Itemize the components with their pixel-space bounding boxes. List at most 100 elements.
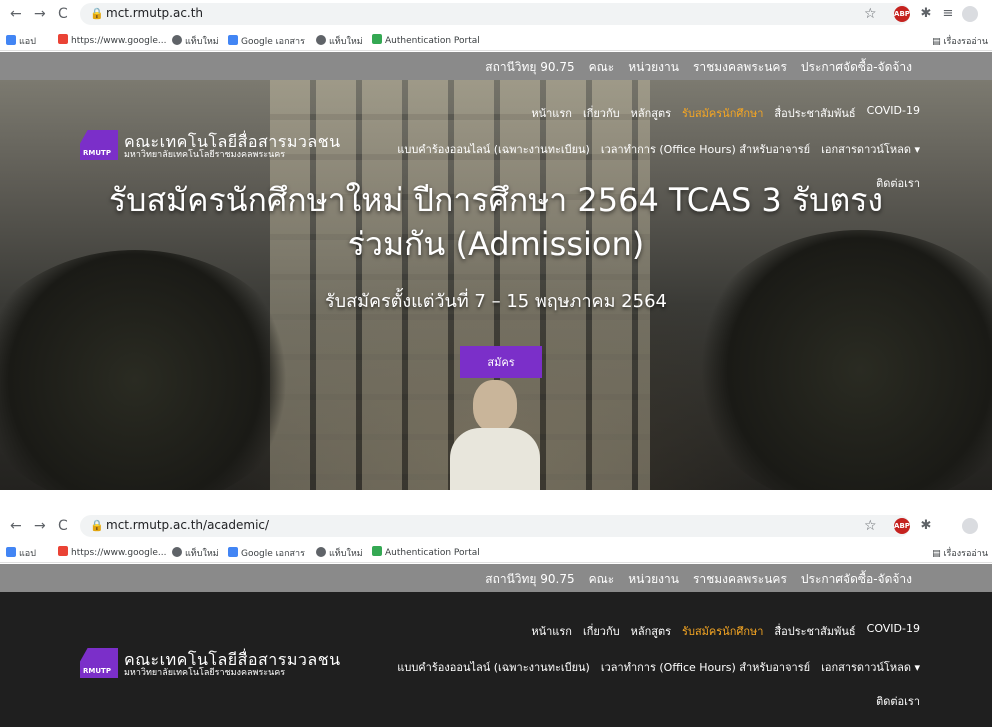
- bookmark-apps[interactable]: แอป: [6, 34, 36, 48]
- screenshot-separator: [0, 490, 992, 512]
- bookmark-apps[interactable]: แอป: [6, 546, 36, 560]
- hero-subtitle: รับสมัครตั้งแต่วันที่ 7 – 15 พฤษภาคม 256…: [325, 291, 667, 312]
- site-header-dark: RMUTP คณะเทคโนโลยีสื่อสารมวลชน มหาวิทยาล…: [0, 592, 992, 727]
- nav-curriculum[interactable]: หลักสูตร: [631, 104, 671, 122]
- nav-admission[interactable]: รับสมัครนักศึกษา: [682, 104, 763, 122]
- nav-about[interactable]: เกี่ยวกับ: [583, 622, 620, 640]
- screenshot-home: ← → C 🔒 mct.rmutp.ac.th ☆ ABP ✱ ≡ แอป ht…: [0, 0, 992, 490]
- topbar-rmutp[interactable]: ราชมงคลพระนคร: [693, 570, 787, 589]
- topbar-radio[interactable]: สถานีวิทยุ 90.75: [485, 58, 574, 77]
- bookmark-google-docs[interactable]: Google เอกสาร: [228, 34, 305, 48]
- topbar-rmutp[interactable]: ราชมงคลพระนคร: [693, 58, 787, 77]
- nav-online-form[interactable]: แบบคำร้องออนไลน์ (เฉพาะงานทะเบียน): [397, 658, 590, 676]
- bookmark-google-docs[interactable]: Google เอกสาร: [228, 546, 305, 560]
- extensions-icon[interactable]: ✱: [918, 6, 934, 22]
- bookmarks-bar: แอป https://www.google... แท็บใหม่ Googl…: [0, 542, 992, 563]
- topbar-faculty[interactable]: คณะ: [589, 570, 615, 589]
- apps-grid-icon: [6, 547, 16, 557]
- topbar-radio[interactable]: สถานีวิทยุ 90.75: [485, 570, 574, 589]
- browser-toolbar: ← → C 🔒 mct.rmutp.ac.th ☆ ABP ✱ ≡: [0, 0, 992, 31]
- rmutp-logo-mark: RMUTP: [80, 130, 118, 160]
- docs-icon: [228, 35, 238, 45]
- site-topbar: สถานีวิทยุ 90.75 คณะ หน่วยงาน ราชมงคลพระ…: [0, 564, 992, 592]
- globe-icon: [316, 547, 326, 557]
- main-nav: หน้าแรก เกี่ยวกับ หลักสูตร รับสมัครนักศึ…: [360, 104, 920, 190]
- apply-button[interactable]: สมัคร: [460, 346, 542, 378]
- bookmark-auth-portal[interactable]: Authentication Portal: [372, 546, 480, 558]
- adblock-icon[interactable]: ABP: [894, 6, 910, 22]
- bookmark-google[interactable]: https://www.google...: [58, 34, 166, 46]
- reload-icon[interactable]: C: [58, 518, 68, 534]
- hero-title-line2: ร่วมกัน (Admission): [347, 225, 645, 263]
- adblock-icon[interactable]: ABP: [894, 518, 910, 534]
- topbar-faculty[interactable]: คณะ: [589, 58, 615, 77]
- nav-pr-media[interactable]: สื่อประชาสัมพันธ์: [774, 622, 855, 640]
- logo-university-name: มหาวิทยาลัยเทคโนโลยีราชมงคลพระนคร: [124, 150, 286, 160]
- reading-list[interactable]: ▤ เรื่องรออ่าน: [932, 546, 988, 560]
- nav-home[interactable]: หน้าแรก: [531, 104, 572, 122]
- topbar-procurement[interactable]: ประกาศจัดซื้อ-จัดจ้าง: [801, 58, 912, 77]
- bookmark-newtab-1[interactable]: แท็บใหม่: [172, 34, 219, 48]
- globe-icon: [316, 35, 326, 45]
- nav-downloads[interactable]: เอกสารดาวน์โหลด ▾: [821, 658, 920, 676]
- reload-icon[interactable]: C: [58, 6, 68, 22]
- url-text[interactable]: mct.rmutp.ac.th: [106, 6, 203, 20]
- address-bar[interactable]: 🔒 mct.rmutp.ac.th/academic/: [80, 515, 910, 537]
- site-logo[interactable]: RMUTP คณะเทคโนโลยีสื่อสารมวลชน มหาวิทยาล…: [80, 648, 360, 680]
- nav-downloads[interactable]: เอกสารดาวน์โหลด ▾: [821, 140, 920, 158]
- globe-icon: [172, 35, 182, 45]
- nav-about[interactable]: เกี่ยวกับ: [583, 104, 620, 122]
- nav-pr-media[interactable]: สื่อประชาสัมพันธ์: [774, 104, 855, 122]
- google-icon: [58, 34, 68, 44]
- url-text[interactable]: mct.rmutp.ac.th/academic/: [106, 518, 269, 532]
- screenshot-academic: ← → C 🔒 mct.rmutp.ac.th/academic/ ☆ ABP …: [0, 512, 992, 727]
- bookmark-newtab-1[interactable]: แท็บใหม่: [172, 546, 219, 560]
- site-topbar: สถานีวิทยุ 90.75 คณะ หน่วยงาน ราชมงคลพระ…: [0, 52, 992, 80]
- hero-banner: RMUTP คณะเทคโนโลยีสื่อสารมวลชน มหาวิทยาล…: [0, 80, 992, 490]
- site-logo[interactable]: RMUTP คณะเทคโนโลยีสื่อสารมวลชน มหาวิทยาล…: [80, 130, 360, 162]
- nav-online-form[interactable]: แบบคำร้องออนไลน์ (เฉพาะงานทะเบียน): [397, 140, 590, 158]
- nav-covid[interactable]: COVID-19: [867, 104, 920, 122]
- portal-icon: [372, 34, 382, 44]
- nav-covid[interactable]: COVID-19: [867, 622, 920, 640]
- bookmark-star-icon[interactable]: ☆: [864, 6, 877, 22]
- docs-icon: [228, 547, 238, 557]
- forward-arrow-icon[interactable]: →: [34, 518, 46, 534]
- nav-admission[interactable]: รับสมัครนักศึกษา: [682, 622, 763, 640]
- address-bar[interactable]: 🔒 mct.rmutp.ac.th: [80, 3, 910, 25]
- bookmark-auth-portal[interactable]: Authentication Portal: [372, 34, 480, 46]
- logo-university-name: มหาวิทยาลัยเทคโนโลยีราชมงคลพระนคร: [124, 668, 286, 678]
- bookmark-google[interactable]: https://www.google...: [58, 546, 166, 558]
- lock-icon: 🔒: [90, 519, 104, 532]
- browser-toolbar: ← → C 🔒 mct.rmutp.ac.th/academic/ ☆ ABP …: [0, 512, 992, 543]
- nav-home[interactable]: หน้าแรก: [531, 622, 572, 640]
- nav-office-hours[interactable]: เวลาทำการ (Office Hours) สำหรับอาจารย์: [601, 658, 810, 676]
- nav-office-hours[interactable]: เวลาทำการ (Office Hours) สำหรับอาจารย์: [601, 140, 810, 158]
- bookmark-newtab-2[interactable]: แท็บใหม่: [316, 546, 363, 560]
- topbar-units[interactable]: หน่วยงาน: [628, 58, 679, 77]
- reading-list[interactable]: ▤ เรื่องรออ่าน: [932, 34, 988, 48]
- topbar-units[interactable]: หน่วยงาน: [628, 570, 679, 589]
- hero-student-image: [440, 380, 550, 490]
- back-arrow-icon[interactable]: ←: [10, 6, 22, 22]
- bookmarks-bar: แอป https://www.google... แท็บใหม่ Googl…: [0, 30, 992, 51]
- bookmark-star-icon[interactable]: ☆: [864, 518, 877, 534]
- google-icon: [58, 546, 68, 556]
- hero-title-line1: รับสมัครนักศึกษาใหม่ ปีการศึกษา 2564 TCA…: [108, 181, 884, 219]
- rmutp-logo-mark: RMUTP: [80, 648, 118, 678]
- bookmark-newtab-2[interactable]: แท็บใหม่: [316, 34, 363, 48]
- hero-tree-right: [690, 230, 992, 490]
- profile-avatar[interactable]: [962, 6, 978, 22]
- nav-curriculum[interactable]: หลักสูตร: [631, 622, 671, 640]
- forward-arrow-icon[interactable]: →: [34, 6, 46, 22]
- apps-grid-icon: [6, 35, 16, 45]
- extensions-icon[interactable]: ✱: [918, 518, 934, 534]
- back-arrow-icon[interactable]: ←: [10, 518, 22, 534]
- reading-mode-icon[interactable]: ≡: [940, 6, 956, 22]
- main-nav: หน้าแรก เกี่ยวกับ หลักสูตร รับสมัครนักศึ…: [360, 622, 920, 708]
- topbar-procurement[interactable]: ประกาศจัดซื้อ-จัดจ้าง: [801, 570, 912, 589]
- nav-contact[interactable]: ติดต่อเรา: [876, 692, 920, 710]
- profile-avatar[interactable]: [962, 518, 978, 534]
- portal-icon: [372, 546, 382, 556]
- globe-icon: [172, 547, 182, 557]
